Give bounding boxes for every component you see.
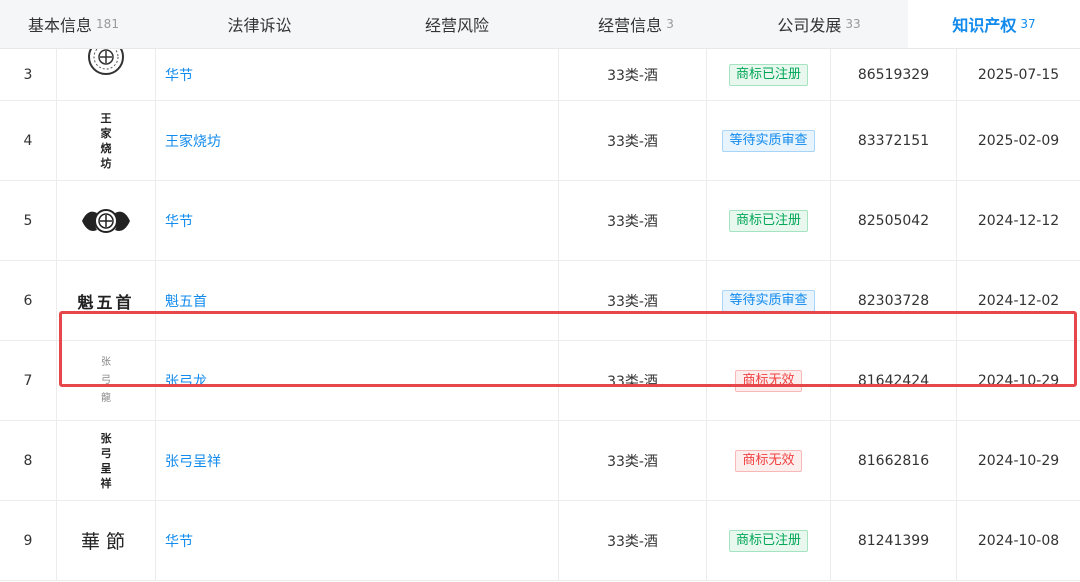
status-cell: 商标无效: [707, 341, 831, 420]
registration-number: 81662816: [831, 421, 957, 500]
row-index: 4: [0, 101, 57, 180]
logo-text: 张弓呈祥: [100, 431, 112, 490]
tab-legal-litigation[interactable]: 法律诉讼: [147, 0, 372, 48]
tab-bar: 基本信息 181 法律诉讼 经营风险 经营信息 3 公司发展 33 知识产权 3…: [0, 0, 1080, 49]
trademark-name-link[interactable]: 张弓呈祥: [165, 451, 221, 471]
trademark-class: 33类-酒: [559, 341, 707, 420]
status-cell: 等待实质审查: [707, 261, 831, 340]
tab-label: 基本信息: [28, 16, 93, 35]
trademark-logo[interactable]: 華節: [57, 501, 156, 580]
tab-label: 知识产权: [952, 16, 1017, 35]
trademark-name-link[interactable]: 王家烧坊: [165, 131, 221, 151]
status-cell: 商标已注册: [707, 501, 831, 580]
trademark-logo[interactable]: 王家烧坊: [57, 101, 156, 180]
dragon-seal-logo-icon: [82, 208, 130, 233]
table-row: 3 华节 33类-酒 商标已注册 86519329 2025-07-15: [0, 49, 1080, 101]
trademark-name-link[interactable]: 魁五首: [165, 291, 207, 311]
application-date: 2024-12-02: [977, 292, 1060, 309]
registration-number: 81642424: [831, 341, 957, 420]
tab-count: 3: [666, 17, 674, 31]
status-badge: 等待实质审查: [722, 129, 815, 152]
logo-text: 魁五首: [77, 292, 135, 312]
registration-number: 86519329: [831, 49, 957, 100]
tab-label: 公司发展: [777, 16, 842, 35]
application-date: 2024-10-29: [977, 452, 1060, 469]
trademark-name-cell: 魁五首: [156, 261, 559, 340]
table-row: 6 魁五首 魁五首 33类-酒 等待实质审查 82303728 2024-12-…: [0, 261, 1080, 341]
registration-number: 81241399: [831, 501, 957, 580]
trademark-class: 33类-酒: [559, 421, 707, 500]
tab-company-development[interactable]: 公司发展 33: [730, 0, 908, 48]
tab-count: 37: [1020, 17, 1036, 31]
status-cell: 商标已注册: [707, 49, 831, 100]
trademark-name-cell: 王家烧坊: [156, 101, 559, 180]
registration-number: 82303728: [831, 261, 957, 340]
trademark-class: 33类-酒: [559, 101, 707, 180]
trademark-name-link[interactable]: 华节: [165, 531, 193, 551]
tab-basic-info[interactable]: 基本信息 181: [0, 0, 147, 48]
status-cell: 商标已注册: [707, 181, 831, 260]
status-cell: 等待实质审查: [707, 101, 831, 180]
row-index: 6: [0, 261, 57, 340]
application-date: 2024-10-29: [977, 372, 1060, 389]
status-badge: 商标已注册: [728, 63, 808, 86]
status-badge: 商标已注册: [728, 209, 808, 232]
trademark-name-link[interactable]: 张弓龙: [165, 371, 207, 391]
row-index: 8: [0, 421, 57, 500]
tab-operation-info[interactable]: 经营信息 3: [542, 0, 730, 48]
status-badge: 等待实质审查: [722, 289, 815, 312]
table-row: 8 张弓呈祥 张弓呈祥 33类-酒 商标无效 81662816 2024-10-…: [0, 421, 1080, 501]
status-badge: 商标无效: [735, 449, 802, 472]
tab-label: 经营信息: [598, 16, 663, 35]
trademark-name-link[interactable]: 华节: [165, 211, 193, 231]
trademark-name-cell: 张弓呈祥: [156, 421, 559, 500]
trademark-class: 33类-酒: [559, 181, 707, 260]
logo-text: 王家烧坊: [100, 111, 112, 170]
trademark-logo[interactable]: [57, 181, 156, 260]
registration-number: 82505042: [831, 181, 957, 260]
tab-label: 法律诉讼: [227, 16, 292, 35]
table-row: 4 王家烧坊 王家烧坊 33类-酒 等待实质审查 83372151 2025-0…: [0, 101, 1080, 181]
application-date: 2024-10-08: [977, 532, 1060, 549]
tab-count: 181: [96, 17, 119, 31]
trademark-name-cell: 华节: [156, 181, 559, 260]
status-cell: 商标无效: [707, 421, 831, 500]
status-badge: 商标无效: [735, 369, 802, 392]
trademark-name-cell: 张弓龙: [156, 341, 559, 420]
table-row: 7 张弓龍 张弓龙 33类-酒 商标无效 81642424 2024-10-29: [0, 341, 1080, 421]
trademark-table: 3 华节 33类-酒 商标已注册 86519329 2025-07-15 4 王…: [0, 49, 1080, 581]
tab-intellectual-property[interactable]: 知识产权 37: [908, 0, 1080, 48]
trademark-logo[interactable]: 张弓龍: [57, 341, 156, 420]
row-index: 7: [0, 341, 57, 420]
registration-number: 83372151: [831, 101, 957, 180]
row-index: 5: [0, 181, 57, 260]
logo-text: 華節: [80, 531, 131, 553]
trademark-class: 33类-酒: [559, 261, 707, 340]
seal-logo-icon: [88, 49, 124, 75]
logo-text: 张弓龍: [101, 356, 111, 404]
tab-label: 经营风险: [424, 16, 489, 35]
tab-count: 33: [845, 17, 861, 31]
row-index: 3: [0, 49, 57, 100]
table-row: 5 华节 33类-酒 商标已注册 82505042 2024-12-12: [0, 181, 1080, 261]
trademark-logo[interactable]: 张弓呈祥: [57, 421, 156, 500]
trademark-class: 33类-酒: [559, 501, 707, 580]
trademark-logo[interactable]: [57, 49, 156, 100]
trademark-class: 33类-酒: [559, 49, 707, 100]
trademark-name-cell: 华节: [156, 501, 559, 580]
application-date: 2024-12-12: [977, 212, 1060, 229]
trademark-name-cell: 华节: [156, 49, 559, 100]
trademark-logo[interactable]: 魁五首: [57, 261, 156, 340]
row-index: 9: [0, 501, 57, 580]
status-badge: 商标已注册: [728, 529, 808, 552]
table-row: 9 華節 华节 33类-酒 商标已注册 81241399 2024-10-08: [0, 501, 1080, 581]
application-date: 2025-07-15: [977, 66, 1060, 83]
trademark-name-link[interactable]: 华节: [165, 65, 193, 85]
tab-operation-risk[interactable]: 经营风险: [372, 0, 542, 48]
application-date: 2025-02-09: [977, 132, 1060, 149]
